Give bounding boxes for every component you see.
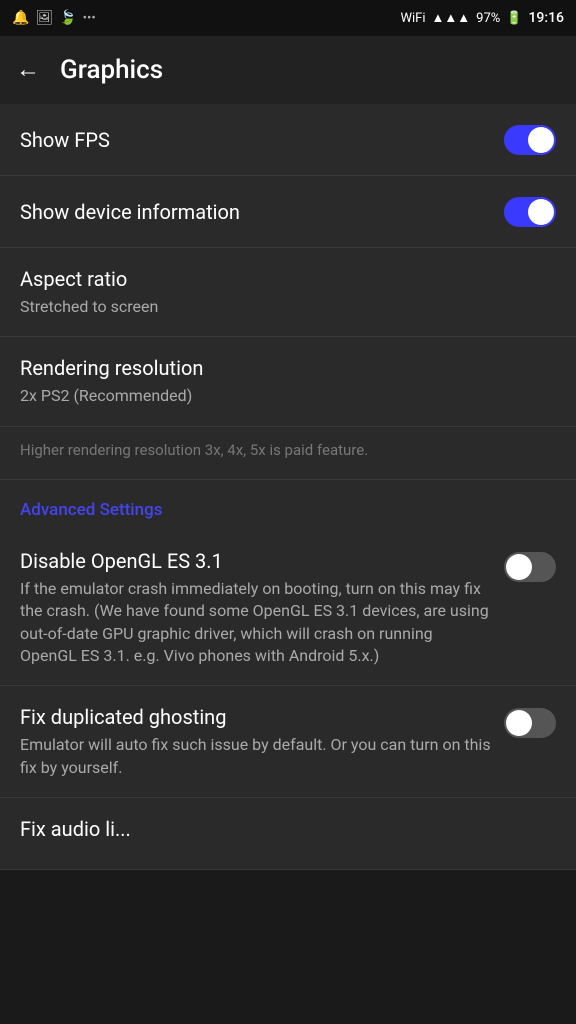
fix-ghosting-toggle[interactable]	[504, 708, 556, 738]
fix-ghosting-text: Fix duplicated ghosting Emulator will au…	[20, 704, 492, 779]
fix-ghosting-label: Fix duplicated ghosting	[20, 704, 492, 730]
aspect-ratio-label: Aspect ratio	[20, 266, 127, 292]
settings-list: Show FPS Show device information Aspect …	[0, 104, 576, 870]
disable-opengl-toggle[interactable]	[504, 552, 556, 582]
rendering-note: Higher rendering resolution 3x, 4x, 5x i…	[0, 427, 576, 480]
disable-opengl-description: If the emulator crash immediately on boo…	[20, 578, 492, 668]
notification-icon-4: •••	[83, 11, 96, 26]
back-arrow-icon: ←	[16, 56, 40, 84]
show-fps-toggle-knob	[528, 127, 554, 153]
signal-icon: ▲▲▲	[432, 10, 471, 26]
rendering-resolution-label: Rendering resolution	[20, 355, 203, 381]
show-device-info-toggle[interactable]	[504, 197, 556, 227]
rendering-resolution-value: 2x PS2 (Recommended)	[20, 385, 192, 407]
rendering-resolution-setting[interactable]: Rendering resolution 2x PS2 (Recommended…	[0, 337, 576, 426]
battery-percentage: 97%	[476, 11, 500, 26]
show-fps-text: Show FPS	[20, 127, 504, 153]
advanced-settings-header[interactable]: Advanced Settings	[0, 480, 576, 530]
status-bar: 🔔 🖼 🍃 ••• WiFi ▲▲▲ 97% 🔋 19:16	[0, 0, 576, 36]
show-device-info-text: Show device information	[20, 199, 504, 225]
fix-audio-label: Fix audio li...	[20, 816, 131, 842]
battery-icon: 🔋	[506, 11, 522, 26]
back-button[interactable]: ←	[16, 56, 40, 84]
status-bar-right: WiFi ▲▲▲ 97% 🔋 19:16	[400, 10, 564, 26]
disable-opengl-text: Disable OpenGL ES 3.1 If the emulator cr…	[20, 548, 492, 668]
disable-opengl-label: Disable OpenGL ES 3.1	[20, 548, 492, 574]
fix-ghosting-description: Emulator will auto fix such issue by def…	[20, 734, 492, 779]
notification-icon-1: 🔔	[12, 10, 29, 26]
disable-opengl-toggle-knob	[506, 554, 532, 580]
notification-icon-2: 🖼	[35, 10, 53, 26]
status-bar-left: 🔔 🖼 🍃 •••	[12, 10, 96, 26]
show-fps-toggle[interactable]	[504, 125, 556, 155]
disable-opengl-setting[interactable]: Disable OpenGL ES 3.1 If the emulator cr…	[0, 530, 576, 687]
notification-icon-3: 🍃	[59, 10, 76, 26]
aspect-ratio-setting[interactable]: Aspect ratio Stretched to screen	[0, 248, 576, 337]
show-fps-setting[interactable]: Show FPS	[0, 104, 576, 176]
page-title: Graphics	[60, 55, 163, 85]
time: 19:16	[528, 10, 564, 26]
fix-ghosting-toggle-knob	[506, 710, 532, 736]
show-device-info-setting[interactable]: Show device information	[0, 176, 576, 248]
fix-ghosting-setting[interactable]: Fix duplicated ghosting Emulator will au…	[0, 686, 576, 798]
fix-audio-setting[interactable]: Fix audio li...	[0, 798, 576, 870]
wifi-icon: WiFi	[400, 11, 425, 26]
show-device-info-label: Show device information	[20, 199, 504, 225]
toolbar: ← Graphics	[0, 36, 576, 104]
show-fps-label: Show FPS	[20, 127, 504, 153]
aspect-ratio-value: Stretched to screen	[20, 296, 158, 318]
show-device-info-toggle-knob	[528, 199, 554, 225]
